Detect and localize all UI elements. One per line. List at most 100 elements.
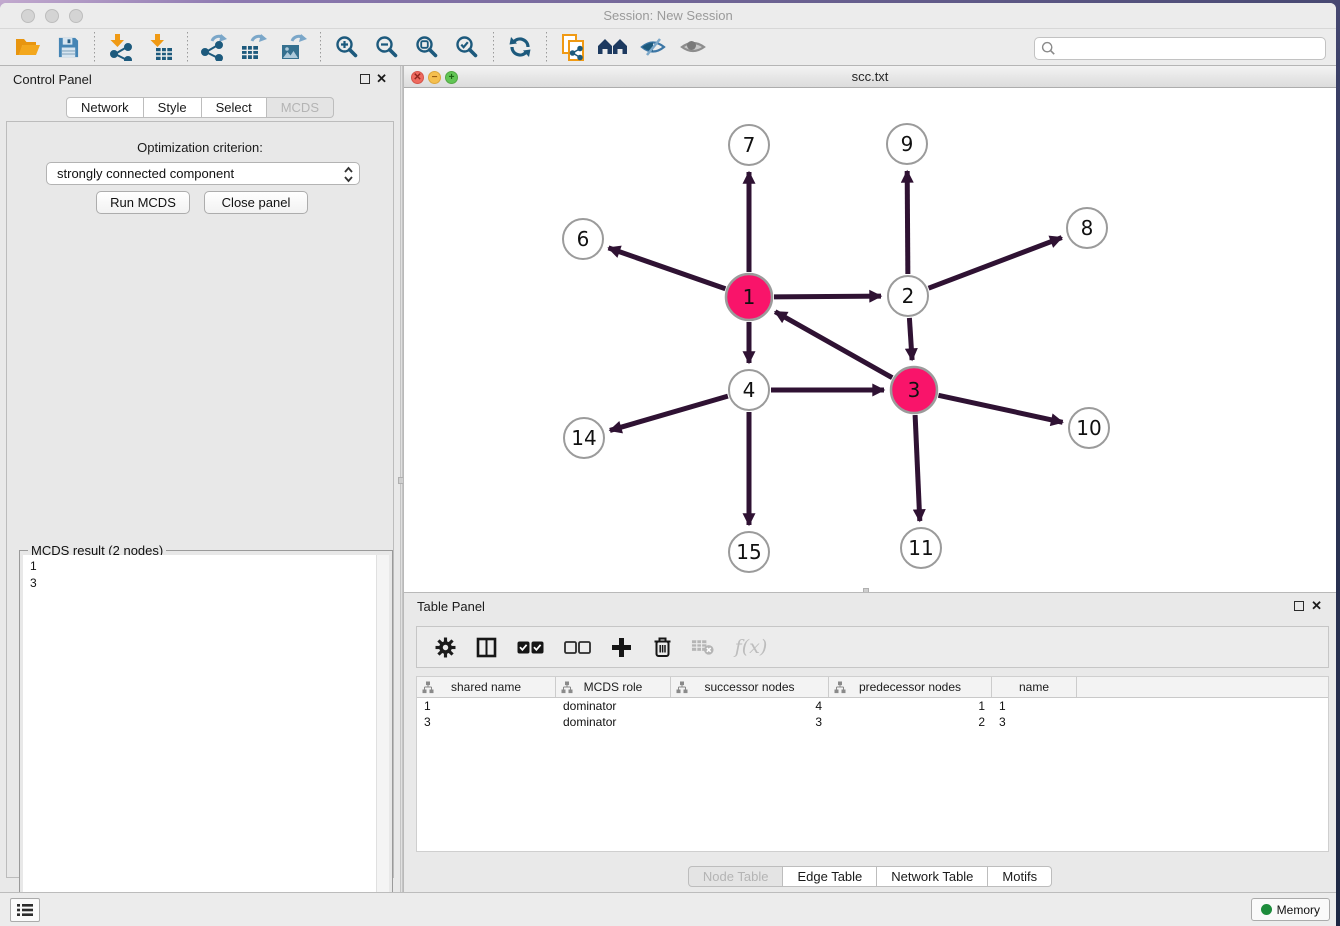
graph-edge-3-10[interactable] xyxy=(938,395,1062,422)
tab-mcds[interactable]: MCDS xyxy=(267,97,334,118)
open-session-icon[interactable] xyxy=(8,31,48,63)
graph-node-label-3: 3 xyxy=(908,378,921,402)
table-cell[interactable]: dominator xyxy=(556,714,671,730)
hide-eye-icon[interactable] xyxy=(633,31,673,63)
graph-node-label-10: 10 xyxy=(1076,416,1101,440)
delete-table-icon[interactable] xyxy=(691,634,715,660)
network-view-window: ✕ − + scc.txt 7968124314101511 xyxy=(403,66,1336,592)
main-toolbar xyxy=(0,28,1336,66)
graph-edge-1-2[interactable] xyxy=(774,296,881,297)
refresh-view-icon[interactable] xyxy=(500,31,540,63)
graph-node-label-15: 15 xyxy=(736,540,761,564)
table-cell[interactable]: 4 xyxy=(671,698,829,714)
table-row[interactable]: 1dominator411 xyxy=(417,698,1328,714)
graph-edge-3-11[interactable] xyxy=(915,415,920,521)
tab-network-table[interactable]: Network Table xyxy=(877,866,988,887)
table-cell[interactable]: 2 xyxy=(829,714,992,730)
table-cell[interactable]: 1 xyxy=(992,698,1077,714)
save-session-icon[interactable] xyxy=(48,31,88,63)
criterion-select[interactable]: strongly connected component xyxy=(46,162,360,185)
mcds-result-group: MCDS result (2 nodes) 13 xyxy=(19,550,393,926)
clone-network-icon[interactable] xyxy=(553,31,593,63)
graph-edge-2-9[interactable] xyxy=(907,171,908,274)
table-cell[interactable]: 3 xyxy=(417,714,556,730)
float-panel-icon[interactable] xyxy=(360,74,370,84)
close-table-panel-icon[interactable]: ✕ xyxy=(1311,598,1322,613)
table-cell[interactable]: 3 xyxy=(992,714,1077,730)
memory-status-icon xyxy=(1261,904,1272,915)
tab-select[interactable]: Select xyxy=(202,97,267,118)
graph-node-label-2: 2 xyxy=(902,284,915,308)
column-layout-icon[interactable] xyxy=(474,634,498,660)
toolbar-separator xyxy=(187,32,188,62)
zoom-selected-icon[interactable] xyxy=(447,31,487,63)
graph-node-label-8: 8 xyxy=(1081,216,1094,240)
zoom-fit-icon[interactable] xyxy=(407,31,447,63)
memory-button[interactable]: Memory xyxy=(1251,898,1330,921)
table-cell[interactable]: dominator xyxy=(556,698,671,714)
control-panel: Control Panel ✕ NetworkStyleSelectMCDS O… xyxy=(0,66,400,892)
float-table-panel-icon[interactable] xyxy=(1294,601,1304,611)
network-canvas[interactable]: 7968124314101511 xyxy=(404,88,1336,592)
toolbar-separator xyxy=(493,32,494,62)
delete-column-icon[interactable] xyxy=(650,634,674,660)
column-header-shared-name[interactable]: shared name xyxy=(417,677,556,697)
table-cell[interactable]: 1 xyxy=(829,698,992,714)
close-panel-button[interactable]: Close panel xyxy=(204,191,308,214)
export-table-icon[interactable] xyxy=(234,31,274,63)
zoom-in-icon[interactable] xyxy=(327,31,367,63)
toolbar-separator xyxy=(94,32,95,62)
table-row[interactable]: 3dominator323 xyxy=(417,714,1328,730)
column-header-predecessor-nodes[interactable]: predecessor nodes xyxy=(829,677,992,697)
graph-node-label-9: 9 xyxy=(901,132,914,156)
run-mcds-button[interactable]: Run MCDS xyxy=(96,191,190,214)
graph-node-label-6: 6 xyxy=(577,227,590,251)
tab-edge-table[interactable]: Edge Table xyxy=(783,866,877,887)
node-table: shared nameMCDS rolesuccessor nodesprede… xyxy=(416,676,1329,852)
close-panel-icon[interactable]: ✕ xyxy=(376,71,387,86)
list-icon xyxy=(16,902,34,918)
import-network-icon[interactable] xyxy=(101,31,141,63)
search-input[interactable] xyxy=(1034,37,1326,60)
toolbar-separator xyxy=(320,32,321,62)
deselect-all-columns-icon[interactable] xyxy=(562,634,592,660)
export-image-icon[interactable] xyxy=(274,31,314,63)
graph-edge-2-3[interactable] xyxy=(909,318,912,360)
table-panel-tabs: Node TableEdge TableNetwork TableMotifs xyxy=(404,866,1336,887)
table-cell[interactable]: 1 xyxy=(417,698,556,714)
mcds-result-text[interactable]: 13 xyxy=(23,555,376,925)
table-cell[interactable]: 3 xyxy=(671,714,829,730)
show-eye-icon[interactable] xyxy=(673,31,713,63)
function-builder-icon[interactable]: f(x) xyxy=(732,634,770,660)
table-settings-icon[interactable] xyxy=(433,634,457,660)
control-panel-title: Control Panel xyxy=(13,72,92,87)
table-panel-title: Table Panel xyxy=(417,599,485,614)
window-title: Session: New Session xyxy=(0,8,1336,23)
home-layout-icon[interactable] xyxy=(593,31,633,63)
import-table-icon[interactable] xyxy=(141,31,181,63)
graph-edge-2-8[interactable] xyxy=(929,238,1062,289)
column-header-name[interactable]: name xyxy=(992,677,1077,697)
graph-edge-3-1[interactable] xyxy=(775,312,892,378)
tab-node-table[interactable]: Node Table xyxy=(688,866,784,887)
tab-network[interactable]: Network xyxy=(66,97,144,118)
add-column-icon[interactable] xyxy=(609,634,633,660)
select-all-columns-icon[interactable] xyxy=(515,634,545,660)
mcds-panel-body: Optimization criterion: strongly connect… xyxy=(6,121,394,878)
table-toolbar: f(x) xyxy=(416,626,1329,668)
mcds-result-line: 3 xyxy=(30,575,376,592)
network-window-title: scc.txt xyxy=(404,69,1336,84)
app-window: Session: New Session xyxy=(0,3,1336,926)
tab-motifs[interactable]: Motifs xyxy=(988,866,1052,887)
result-scrollbar[interactable] xyxy=(376,555,389,925)
network-window-titlebar: ✕ − + scc.txt xyxy=(404,66,1336,88)
control-panel-tabs: NetworkStyleSelectMCDS xyxy=(0,97,400,118)
zoom-out-icon[interactable] xyxy=(367,31,407,63)
task-history-button[interactable] xyxy=(10,898,40,922)
column-header-successor-nodes[interactable]: successor nodes xyxy=(671,677,829,697)
export-network-icon[interactable] xyxy=(194,31,234,63)
tab-style[interactable]: Style xyxy=(144,97,202,118)
column-header-MCDS-role[interactable]: MCDS role xyxy=(556,677,671,697)
graph-edge-1-6[interactable] xyxy=(608,248,725,289)
graph-edge-4-14[interactable] xyxy=(610,396,728,430)
